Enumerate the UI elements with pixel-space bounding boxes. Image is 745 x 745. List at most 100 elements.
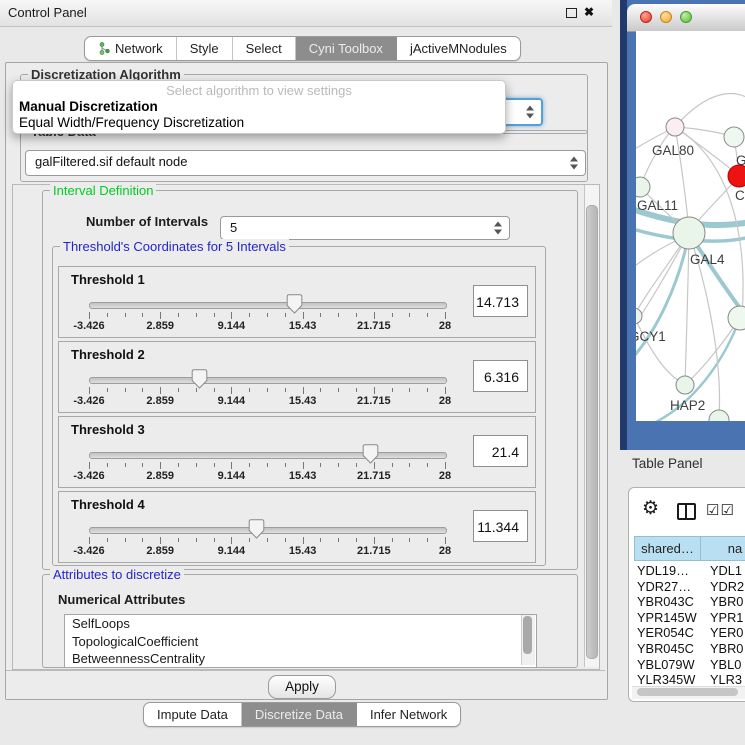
slider-tick [125,538,126,542]
tab-cyni-toolbox[interactable]: Cyni Toolbox [296,37,397,60]
slider-tick [231,462,232,469]
network-node[interactable] [709,410,729,421]
threshold-value-field[interactable]: 11.344 [473,510,528,542]
network-node[interactable] [728,165,745,187]
cell-name[interactable]: YBL0 [703,657,741,673]
slider-track[interactable] [89,527,447,534]
apply-button[interactable]: Apply [268,675,336,699]
slider-tick [160,537,161,544]
cell-shared-name[interactable]: YDL19… [634,563,703,579]
network-node[interactable] [728,306,745,330]
network-window-frame-edge [620,0,627,450]
threshold-value-field[interactable]: 6.316 [473,360,528,392]
mac-zoom-button[interactable] [680,11,692,23]
slider-track[interactable] [89,302,447,309]
cell-name[interactable]: YBR0 [703,641,743,657]
table-row[interactable]: YPR145WYPR1 [634,610,745,626]
network-node[interactable] [724,127,744,147]
table-row[interactable]: YBR043CYBR0 [634,594,745,610]
attribute-list[interactable]: SelfLoopsTopologicalCoefficientBetweenne… [64,614,537,668]
horizontal-scrollbar-thumb[interactable] [637,688,738,696]
float-window-icon[interactable] [566,8,577,18]
spinner-arrows-icon[interactable] [525,106,535,119]
split-panel-icon[interactable] [677,503,696,520]
cell-name[interactable]: YDR2 [703,579,744,595]
table-data-value: galFiltered.sif default node [35,151,187,173]
cell-shared-name[interactable]: YER054C [634,625,703,641]
vertical-scrollbar-thumb[interactable] [586,205,598,659]
gear-icon[interactable]: ⚙ [642,499,659,518]
slider-tick [89,462,90,469]
spinner-arrows-icon[interactable] [493,222,503,235]
table-row[interactable]: YDL19…YDL1 [634,563,745,579]
slider-tick [338,313,339,317]
tab-select[interactable]: Select [233,37,296,60]
attribute-item-selfloops[interactable]: SelfLoops [65,615,536,633]
cell-shared-name[interactable]: YBR043C [634,594,703,610]
threshold-value-field[interactable]: 21.4 [473,435,528,467]
cell-shared-name[interactable]: YPR145W [634,610,703,626]
slider-handle[interactable] [248,519,265,539]
slider-tick [285,538,286,542]
node-label-hap2: HAP2 [670,398,705,413]
column-header-shared-name[interactable]: shared… [634,536,701,561]
table-data-select[interactable]: galFiltered.sif default node [25,150,586,176]
slider-tick [392,313,393,317]
dropdown-option-manual-discretization[interactable]: Manual Discretization [19,99,158,114]
slider-handle[interactable] [362,444,379,464]
select-columns-icon[interactable]: ☑☑ [706,501,735,519]
slider-tick [320,313,321,317]
cell-shared-name[interactable]: YBL079W [634,657,703,673]
slider-tick [338,388,339,392]
table-row[interactable]: YBR045CYBR0 [634,641,745,657]
close-icon[interactable]: ✖ [584,5,594,19]
slider-handle[interactable] [286,294,303,314]
mac-close-button[interactable] [640,11,652,23]
slider-handle[interactable] [191,369,208,389]
tab-jactivemnodules[interactable]: jActiveMNodules [397,37,520,60]
slider-tick [89,387,90,394]
attribute-item-topologicalcoefficient[interactable]: TopologicalCoefficient [65,633,536,651]
network-node[interactable] [673,217,705,249]
cell-shared-name[interactable]: YBR045C [634,641,703,657]
table-row[interactable]: YER054CYER0 [634,625,745,641]
network-node[interactable] [676,376,694,394]
spinner-arrows-icon[interactable] [569,157,579,170]
cell-shared-name[interactable]: YDR27… [634,579,703,595]
slider-tick [196,538,197,542]
mac-minimize-button[interactable] [660,11,672,23]
node-label-c: C [735,188,745,203]
slider-tick [445,537,446,544]
slider-tick [320,463,321,467]
cell-name[interactable]: YER0 [703,625,743,641]
cell-name[interactable]: YDL1 [703,563,742,579]
tab-infer-network[interactable]: Infer Network [357,703,460,726]
column-header-name[interactable]: na [700,536,745,561]
tab-style[interactable]: Style [177,37,233,60]
number-of-intervals-select[interactable]: 5 [220,216,510,240]
slider-track[interactable] [89,377,447,384]
cell-name[interactable]: YPR1 [703,610,743,626]
tab-discretize-data[interactable]: Discretize Data [242,703,357,726]
thresholds-group-title: Threshold's Coordinates for 5 Intervals [60,239,289,254]
table-row[interactable]: YDR27…YDR2 [634,579,745,595]
network-edge [685,233,689,383]
tab-impute-data[interactable]: Impute Data [144,703,242,726]
cell-name[interactable]: YBR0 [703,594,743,610]
slider-tick [409,463,410,467]
attribute-list-scrollbar-thumb[interactable] [523,616,532,654]
threshold-value-field[interactable]: 14.713 [473,285,528,317]
table-row[interactable]: YBL079WYBL0 [634,657,745,673]
tab-label: Cyni Toolbox [309,41,383,56]
network-node[interactable] [666,118,684,136]
slider-tick [125,313,126,317]
slider-tick [249,388,250,392]
tab-network[interactable]: Network [85,37,177,60]
attribute-item-betweennesscentrality[interactable]: BetweennessCentrality [65,650,536,668]
network-canvas[interactable]: GAL80GACGAL11GAL4GCY1HHAP2 [636,31,745,421]
network-node[interactable] [636,308,642,324]
slider-tick [160,462,161,469]
slider-tick [285,463,286,467]
slider-track[interactable] [89,452,447,459]
dropdown-option-equal-width-frequency[interactable]: Equal Width/Frequency Discretization [19,115,244,130]
